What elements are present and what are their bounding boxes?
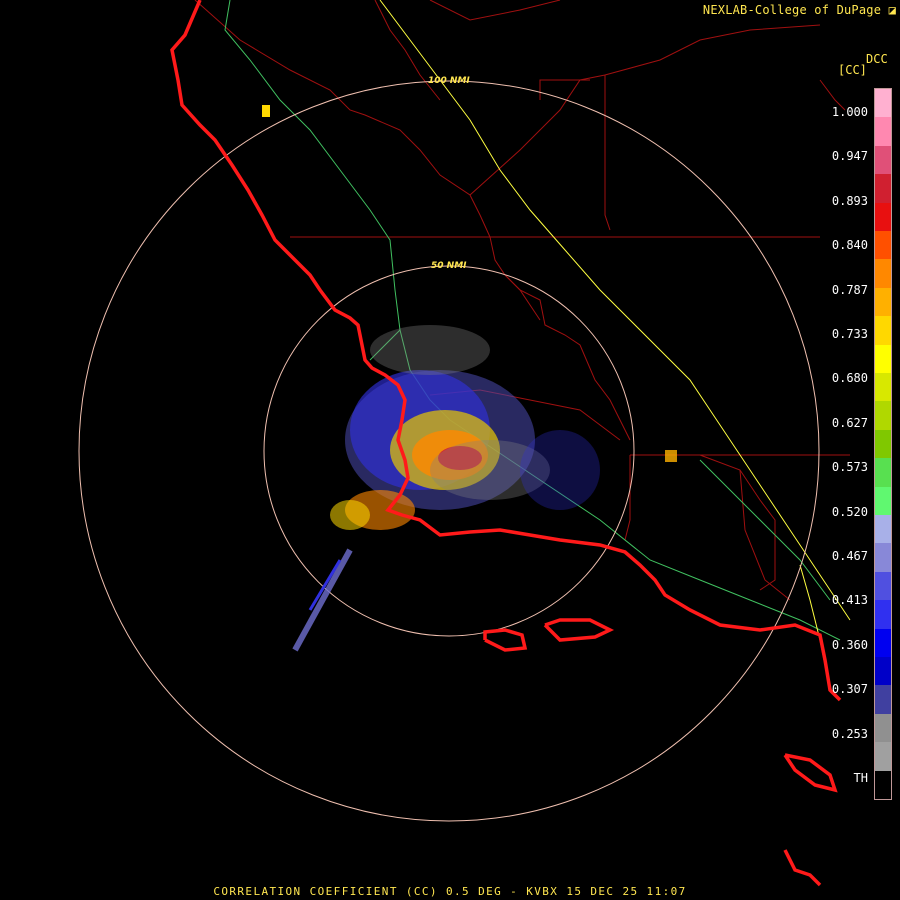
legend-swatch bbox=[875, 657, 891, 686]
product-abbrev: [CC] bbox=[838, 63, 867, 77]
legend-swatch bbox=[875, 770, 891, 800]
legend-tick-label: 0.627 bbox=[831, 415, 868, 430]
legend-tick-label: 0.467 bbox=[831, 549, 868, 563]
legend-tick-label: TH bbox=[853, 771, 868, 785]
legend-swatch bbox=[875, 685, 891, 715]
legend-tick-label: 0.307 bbox=[831, 682, 868, 697]
highways bbox=[224, 0, 841, 641]
legend-tick-label: 0.733 bbox=[831, 327, 868, 341]
legend-tick-label: 1.000 bbox=[831, 105, 868, 119]
legend-tick-label: 0.360 bbox=[831, 637, 868, 652]
legend-swatch bbox=[875, 287, 891, 317]
legend-swatch bbox=[875, 259, 891, 289]
legend-swatch bbox=[875, 344, 891, 374]
legend-swatch bbox=[875, 316, 891, 346]
legend-swatch bbox=[875, 145, 891, 175]
legend-swatch bbox=[875, 174, 891, 204]
legend-tick-label: 0.840 bbox=[831, 238, 868, 253]
credit-label: NEXLAB-College of DuPage ◪ bbox=[703, 3, 896, 17]
ring-label-100: 100 NMI bbox=[428, 76, 470, 86]
legend-swatch bbox=[875, 89, 891, 118]
legend-swatch bbox=[875, 742, 891, 772]
legend-tick-label: 0.947 bbox=[831, 149, 868, 164]
legend-tick-label: 0.680 bbox=[831, 371, 868, 386]
product-code: DCC bbox=[866, 52, 888, 66]
county-boundaries bbox=[194, 0, 850, 601]
radar-echoes bbox=[262, 105, 677, 652]
legend-swatch bbox=[875, 628, 891, 658]
legend-swatch bbox=[875, 202, 891, 232]
logo-icon: ◪ bbox=[888, 3, 896, 17]
legend-swatch bbox=[875, 458, 891, 488]
legend-tick-label: 0.893 bbox=[831, 193, 868, 208]
legend-tick-label: 0.520 bbox=[831, 504, 868, 519]
legend-swatch bbox=[875, 515, 891, 544]
legend-tick-label: 0.413 bbox=[831, 593, 868, 608]
legend-tick-label: 0.253 bbox=[831, 726, 868, 741]
legend-tick-label: 0.573 bbox=[831, 460, 868, 475]
product-footer: CORRELATION COEFFICIENT (CC) 0.5 DEG - K… bbox=[213, 885, 687, 898]
legend-swatch bbox=[875, 571, 891, 601]
legend-swatch bbox=[875, 713, 891, 743]
legend-swatch bbox=[875, 401, 891, 431]
credit-text: NEXLAB-College of DuPage bbox=[702, 3, 882, 17]
legend-swatch bbox=[875, 486, 891, 516]
legend-swatch bbox=[875, 117, 891, 147]
color-legend bbox=[874, 88, 892, 800]
legend-swatch bbox=[875, 373, 891, 402]
radar-map: 100 NMI 50 NMI bbox=[78, 0, 851, 887]
legend-swatch bbox=[875, 600, 891, 630]
legend-swatch bbox=[875, 429, 891, 459]
ring-label-50: 50 NMI bbox=[431, 261, 467, 271]
legend-tick-label: 0.787 bbox=[831, 282, 868, 297]
legend-swatch bbox=[875, 543, 891, 573]
legend-swatch bbox=[875, 231, 891, 260]
